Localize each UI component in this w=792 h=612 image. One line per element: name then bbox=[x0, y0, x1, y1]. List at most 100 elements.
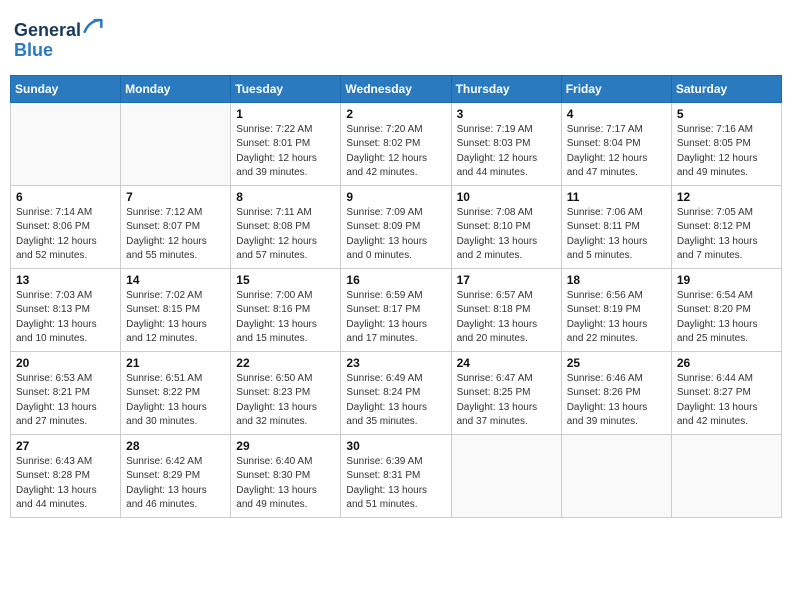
day-info: Sunrise: 6:54 AMSunset: 8:20 PMDaylight:… bbox=[677, 289, 776, 347]
day-number: 30 bbox=[346, 439, 445, 453]
calendar-cell: 1 Sunrise: 7:22 AMSunset: 8:01 PMDaylight… bbox=[231, 102, 341, 185]
day-info: Sunrise: 7:19 AMSunset: 8:03 PMDaylight:… bbox=[457, 123, 556, 181]
calendar-cell: 20 Sunrise: 6:53 AMSunset: 8:21 PMDayligh… bbox=[11, 351, 121, 434]
day-info: Sunrise: 6:50 AMSunset: 8:23 PMDaylight:… bbox=[236, 372, 335, 430]
day-info: Sunrise: 7:12 AMSunset: 8:07 PMDaylight:… bbox=[126, 206, 225, 264]
day-number: 2 bbox=[346, 107, 445, 121]
calendar-week-row: 13 Sunrise: 7:03 AMSunset: 8:13 PMDayligh… bbox=[11, 268, 782, 351]
day-info: Sunrise: 7:06 AMSunset: 8:11 PMDaylight:… bbox=[567, 206, 666, 264]
day-number: 24 bbox=[457, 356, 556, 370]
calendar-header-row: SundayMondayTuesdayWednesdayThursdayFrid… bbox=[11, 75, 782, 102]
day-number: 1 bbox=[236, 107, 335, 121]
day-info: Sunrise: 7:11 AMSunset: 8:08 PMDaylight:… bbox=[236, 206, 335, 264]
day-info: Sunrise: 7:14 AMSunset: 8:06 PMDaylight:… bbox=[16, 206, 115, 264]
calendar-week-row: 1 Sunrise: 7:22 AMSunset: 8:01 PMDaylight… bbox=[11, 102, 782, 185]
calendar-cell bbox=[561, 434, 671, 517]
day-number: 26 bbox=[677, 356, 776, 370]
calendar-table: SundayMondayTuesdayWednesdayThursdayFrid… bbox=[10, 75, 782, 518]
day-number: 3 bbox=[457, 107, 556, 121]
calendar-cell: 29 Sunrise: 6:40 AMSunset: 8:30 PMDayligh… bbox=[231, 434, 341, 517]
calendar-cell: 12 Sunrise: 7:05 AMSunset: 8:12 PMDayligh… bbox=[671, 185, 781, 268]
day-number: 6 bbox=[16, 190, 115, 204]
day-number: 5 bbox=[677, 107, 776, 121]
calendar-cell: 6 Sunrise: 7:14 AMSunset: 8:06 PMDaylight… bbox=[11, 185, 121, 268]
day-number: 22 bbox=[236, 356, 335, 370]
day-number: 13 bbox=[16, 273, 115, 287]
day-info: Sunrise: 7:03 AMSunset: 8:13 PMDaylight:… bbox=[16, 289, 115, 347]
calendar-cell: 18Sunrise: 6:56 AMSunset: 8:19 PMDayligh… bbox=[561, 268, 671, 351]
calendar-cell: 10Sunrise: 7:08 AMSunset: 8:10 PMDayligh… bbox=[451, 185, 561, 268]
day-number: 28 bbox=[126, 439, 225, 453]
calendar-cell: 2 Sunrise: 7:20 AMSunset: 8:02 PMDaylight… bbox=[341, 102, 451, 185]
calendar-cell: 17 Sunrise: 6:57 AMSunset: 8:18 PMDayligh… bbox=[451, 268, 561, 351]
page-header: General Blue bbox=[10, 10, 782, 67]
day-number: 16 bbox=[346, 273, 445, 287]
calendar-cell: 7 Sunrise: 7:12 AMSunset: 8:07 PMDaylight… bbox=[121, 185, 231, 268]
day-number: 8 bbox=[236, 190, 335, 204]
day-number: 19 bbox=[677, 273, 776, 287]
day-number: 12 bbox=[677, 190, 776, 204]
day-info: Sunrise: 7:09 AMSunset: 8:09 PMDaylight:… bbox=[346, 206, 445, 264]
calendar-day-header: Monday bbox=[121, 75, 231, 102]
logo-text: General bbox=[14, 16, 103, 41]
day-info: Sunrise: 6:40 AMSunset: 8:30 PMDaylight:… bbox=[236, 455, 335, 513]
day-number: 27 bbox=[16, 439, 115, 453]
day-info: Sunrise: 6:56 AMSunset: 8:19 PMDaylight:… bbox=[567, 289, 666, 347]
calendar-day-header: Sunday bbox=[11, 75, 121, 102]
calendar-cell: 25 Sunrise: 6:46 AMSunset: 8:26 PMDayligh… bbox=[561, 351, 671, 434]
day-number: 23 bbox=[346, 356, 445, 370]
day-info: Sunrise: 6:44 AMSunset: 8:27 PMDaylight:… bbox=[677, 372, 776, 430]
day-info: Sunrise: 7:05 AMSunset: 8:12 PMDaylight:… bbox=[677, 206, 776, 264]
calendar-day-header: Wednesday bbox=[341, 75, 451, 102]
day-number: 15 bbox=[236, 273, 335, 287]
calendar-cell: 21 Sunrise: 6:51 AMSunset: 8:22 PMDayligh… bbox=[121, 351, 231, 434]
day-number: 29 bbox=[236, 439, 335, 453]
day-info: Sunrise: 6:51 AMSunset: 8:22 PMDaylight:… bbox=[126, 372, 225, 430]
calendar-cell bbox=[11, 102, 121, 185]
calendar-cell: 22 Sunrise: 6:50 AMSunset: 8:23 PMDayligh… bbox=[231, 351, 341, 434]
calendar-cell: 24Sunrise: 6:47 AMSunset: 8:25 PMDayligh… bbox=[451, 351, 561, 434]
logo-blue-text: Blue bbox=[14, 41, 103, 61]
calendar-cell: 15 Sunrise: 7:00 AMSunset: 8:16 PMDayligh… bbox=[231, 268, 341, 351]
day-info: Sunrise: 6:46 AMSunset: 8:26 PMDaylight:… bbox=[567, 372, 666, 430]
day-info: Sunrise: 7:17 AMSunset: 8:04 PMDaylight:… bbox=[567, 123, 666, 181]
calendar-cell: 19 Sunrise: 6:54 AMSunset: 8:20 PMDayligh… bbox=[671, 268, 781, 351]
calendar-cell: 9 Sunrise: 7:09 AMSunset: 8:09 PMDaylight… bbox=[341, 185, 451, 268]
calendar-cell bbox=[121, 102, 231, 185]
day-number: 7 bbox=[126, 190, 225, 204]
day-number: 25 bbox=[567, 356, 666, 370]
calendar-cell: 3 Sunrise: 7:19 AMSunset: 8:03 PMDaylight… bbox=[451, 102, 561, 185]
calendar-day-header: Saturday bbox=[671, 75, 781, 102]
day-number: 20 bbox=[16, 356, 115, 370]
day-info: Sunrise: 6:53 AMSunset: 8:21 PMDaylight:… bbox=[16, 372, 115, 430]
logo: General Blue bbox=[14, 16, 103, 61]
calendar-cell: 16Sunrise: 6:59 AMSunset: 8:17 PMDayligh… bbox=[341, 268, 451, 351]
day-number: 9 bbox=[346, 190, 445, 204]
day-number: 14 bbox=[126, 273, 225, 287]
day-number: 10 bbox=[457, 190, 556, 204]
calendar-day-header: Thursday bbox=[451, 75, 561, 102]
day-info: Sunrise: 6:39 AMSunset: 8:31 PMDaylight:… bbox=[346, 455, 445, 513]
day-info: Sunrise: 6:49 AMSunset: 8:24 PMDaylight:… bbox=[346, 372, 445, 430]
day-number: 4 bbox=[567, 107, 666, 121]
calendar-week-row: 20 Sunrise: 6:53 AMSunset: 8:21 PMDayligh… bbox=[11, 351, 782, 434]
day-info: Sunrise: 6:57 AMSunset: 8:18 PMDaylight:… bbox=[457, 289, 556, 347]
day-info: Sunrise: 6:43 AMSunset: 8:28 PMDaylight:… bbox=[16, 455, 115, 513]
day-info: Sunrise: 7:20 AMSunset: 8:02 PMDaylight:… bbox=[346, 123, 445, 181]
calendar-cell: 4 Sunrise: 7:17 AMSunset: 8:04 PMDaylight… bbox=[561, 102, 671, 185]
day-number: 11 bbox=[567, 190, 666, 204]
day-number: 17 bbox=[457, 273, 556, 287]
calendar-cell: 11 Sunrise: 7:06 AMSunset: 8:11 PMDayligh… bbox=[561, 185, 671, 268]
day-info: Sunrise: 6:42 AMSunset: 8:29 PMDaylight:… bbox=[126, 455, 225, 513]
day-info: Sunrise: 7:00 AMSunset: 8:16 PMDaylight:… bbox=[236, 289, 335, 347]
calendar-day-header: Tuesday bbox=[231, 75, 341, 102]
calendar-cell: 5 Sunrise: 7:16 AMSunset: 8:05 PMDaylight… bbox=[671, 102, 781, 185]
calendar-cell: 27 Sunrise: 6:43 AMSunset: 8:28 PMDayligh… bbox=[11, 434, 121, 517]
calendar-cell: 8 Sunrise: 7:11 AMSunset: 8:08 PMDaylight… bbox=[231, 185, 341, 268]
day-number: 21 bbox=[126, 356, 225, 370]
calendar-cell: 28 Sunrise: 6:42 AMSunset: 8:29 PMDayligh… bbox=[121, 434, 231, 517]
day-info: Sunrise: 7:22 AMSunset: 8:01 PMDaylight:… bbox=[236, 123, 335, 181]
calendar-cell: 23 Sunrise: 6:49 AMSunset: 8:24 PMDayligh… bbox=[341, 351, 451, 434]
day-info: Sunrise: 7:16 AMSunset: 8:05 PMDaylight:… bbox=[677, 123, 776, 181]
logo-icon bbox=[83, 16, 103, 36]
